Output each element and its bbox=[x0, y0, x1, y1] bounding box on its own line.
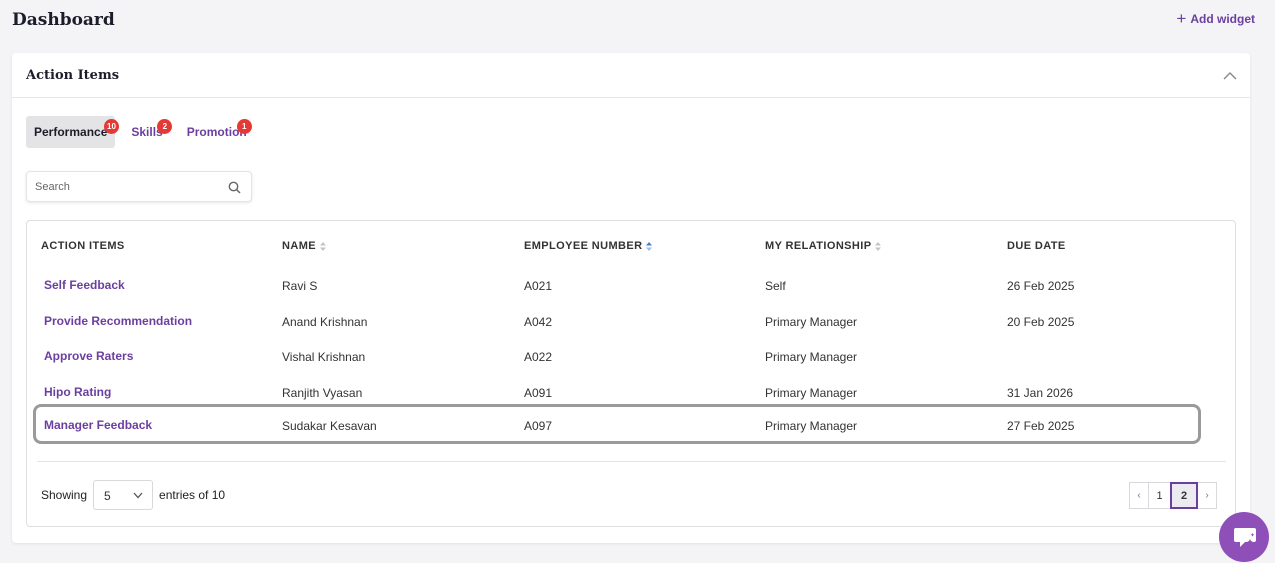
sort-icon[interactable] bbox=[320, 241, 326, 251]
action-item-link[interactable]: Manager Feedback bbox=[44, 418, 152, 432]
page-header: Dashboard + Add widget bbox=[12, 10, 1255, 34]
search-box bbox=[26, 171, 252, 202]
header-label: NAME bbox=[282, 240, 316, 252]
table-row: Approve Raters Vishal Krishnan A022 Prim… bbox=[27, 339, 1235, 375]
page-size-value: 5 bbox=[104, 489, 111, 503]
header-label: DUE DATE bbox=[1007, 240, 1066, 252]
card-title: Action Items bbox=[26, 68, 120, 83]
chat-support-button[interactable] bbox=[1219, 512, 1269, 562]
page-button-1[interactable]: 1 bbox=[1148, 482, 1171, 509]
relationship: Primary Manager bbox=[765, 386, 858, 400]
relationship: Self bbox=[765, 279, 786, 293]
employee-number: A022 bbox=[524, 350, 553, 364]
sort-ascending-icon[interactable] bbox=[646, 241, 653, 251]
tab-label: Performance bbox=[34, 125, 108, 139]
add-widget-label: Add widget bbox=[1190, 12, 1255, 26]
employee-number: A097 bbox=[524, 419, 553, 433]
header-label: ACTION ITEMS bbox=[41, 240, 125, 252]
page-button-2-current[interactable]: 2 bbox=[1170, 482, 1198, 509]
sort-icon[interactable] bbox=[875, 241, 882, 251]
employee-name: Vishal Krishnan bbox=[282, 350, 366, 364]
chevron-down-icon bbox=[133, 492, 143, 499]
table-row-highlighted: Manager Feedback Sudakar Kesavan A097 Pr… bbox=[27, 404, 1235, 444]
plus-icon: + bbox=[1176, 9, 1187, 28]
employee-number: A021 bbox=[524, 279, 553, 293]
action-item-link[interactable]: Hipo Rating bbox=[44, 385, 111, 399]
employee-name: Ravi S bbox=[282, 279, 318, 293]
employee-number: A091 bbox=[524, 386, 553, 400]
table-row: Provide Recommendation Anand Krishnan A0… bbox=[27, 304, 1235, 340]
entries-label: entries of 10 bbox=[159, 488, 226, 502]
column-header-employee-number[interactable]: EMPLOYEE NUMBER bbox=[524, 240, 653, 252]
previous-page-button[interactable]: ‹ bbox=[1129, 482, 1149, 509]
pagination: ‹ 1 2 › bbox=[1129, 482, 1217, 509]
search-icon[interactable] bbox=[228, 181, 241, 194]
employee-name: Ranjith Vyasan bbox=[282, 386, 363, 400]
tab-promotion[interactable]: Promotion 1 bbox=[179, 116, 255, 148]
page-title: Dashboard bbox=[12, 10, 115, 30]
column-header-action-items: ACTION ITEMS bbox=[41, 240, 125, 252]
due-date: 31 Jan 2026 bbox=[1007, 386, 1074, 400]
relationship: Primary Manager bbox=[765, 419, 858, 433]
relationship: Primary Manager bbox=[765, 350, 858, 364]
table-header-row: ACTION ITEMS NAME EMPLOYEE NUMBER MY REL… bbox=[27, 240, 1235, 254]
table-row: Self Feedback Ravi S A021 Self 26 Feb 20… bbox=[27, 268, 1235, 304]
employee-number: A042 bbox=[524, 315, 553, 329]
action-item-tabs: Performance 10 Skills 2 Promotion 1 bbox=[26, 116, 259, 148]
employee-name: Anand Krishnan bbox=[282, 315, 368, 329]
card-header[interactable]: Action Items bbox=[12, 53, 1250, 98]
action-items-table: ACTION ITEMS NAME EMPLOYEE NUMBER MY REL… bbox=[26, 220, 1236, 527]
due-date: 20 Feb 2025 bbox=[1007, 315, 1075, 329]
column-header-my-relationship[interactable]: MY RELATIONSHIP bbox=[765, 240, 882, 252]
column-header-due-date: DUE DATE bbox=[1007, 240, 1066, 252]
add-widget-button[interactable]: + Add widget bbox=[1176, 9, 1255, 28]
count-badge: 2 bbox=[157, 119, 173, 134]
chevron-up-icon[interactable] bbox=[1222, 69, 1238, 81]
action-item-link[interactable]: Provide Recommendation bbox=[44, 314, 192, 328]
showing-label: Showing bbox=[41, 488, 88, 502]
header-label: EMPLOYEE NUMBER bbox=[524, 240, 643, 252]
count-badge: 1 bbox=[236, 119, 252, 134]
column-header-name[interactable]: NAME bbox=[282, 240, 326, 252]
header-label: MY RELATIONSHIP bbox=[765, 240, 872, 252]
divider bbox=[37, 461, 1226, 462]
search-input[interactable] bbox=[35, 179, 215, 195]
page-size-select[interactable]: 5 bbox=[93, 480, 154, 510]
due-date: 26 Feb 2025 bbox=[1007, 279, 1075, 293]
employee-name: Sudakar Kesavan bbox=[282, 419, 377, 433]
tab-skills[interactable]: Skills 2 bbox=[123, 116, 173, 148]
action-item-link[interactable]: Approve Raters bbox=[44, 349, 133, 363]
action-item-link[interactable]: Self Feedback bbox=[44, 278, 125, 292]
tab-performance[interactable]: Performance 10 bbox=[26, 116, 119, 148]
action-items-card: Action Items Performance 10 Skills 2 Pro… bbox=[12, 53, 1250, 543]
page-size-control: Showing 5 entries of 10 bbox=[41, 480, 225, 510]
next-page-button[interactable]: › bbox=[1197, 482, 1217, 509]
relationship: Primary Manager bbox=[765, 315, 858, 329]
chat-bubble-icon bbox=[1234, 528, 1256, 547]
due-date: 27 Feb 2025 bbox=[1007, 419, 1075, 433]
count-badge: 10 bbox=[104, 119, 119, 134]
